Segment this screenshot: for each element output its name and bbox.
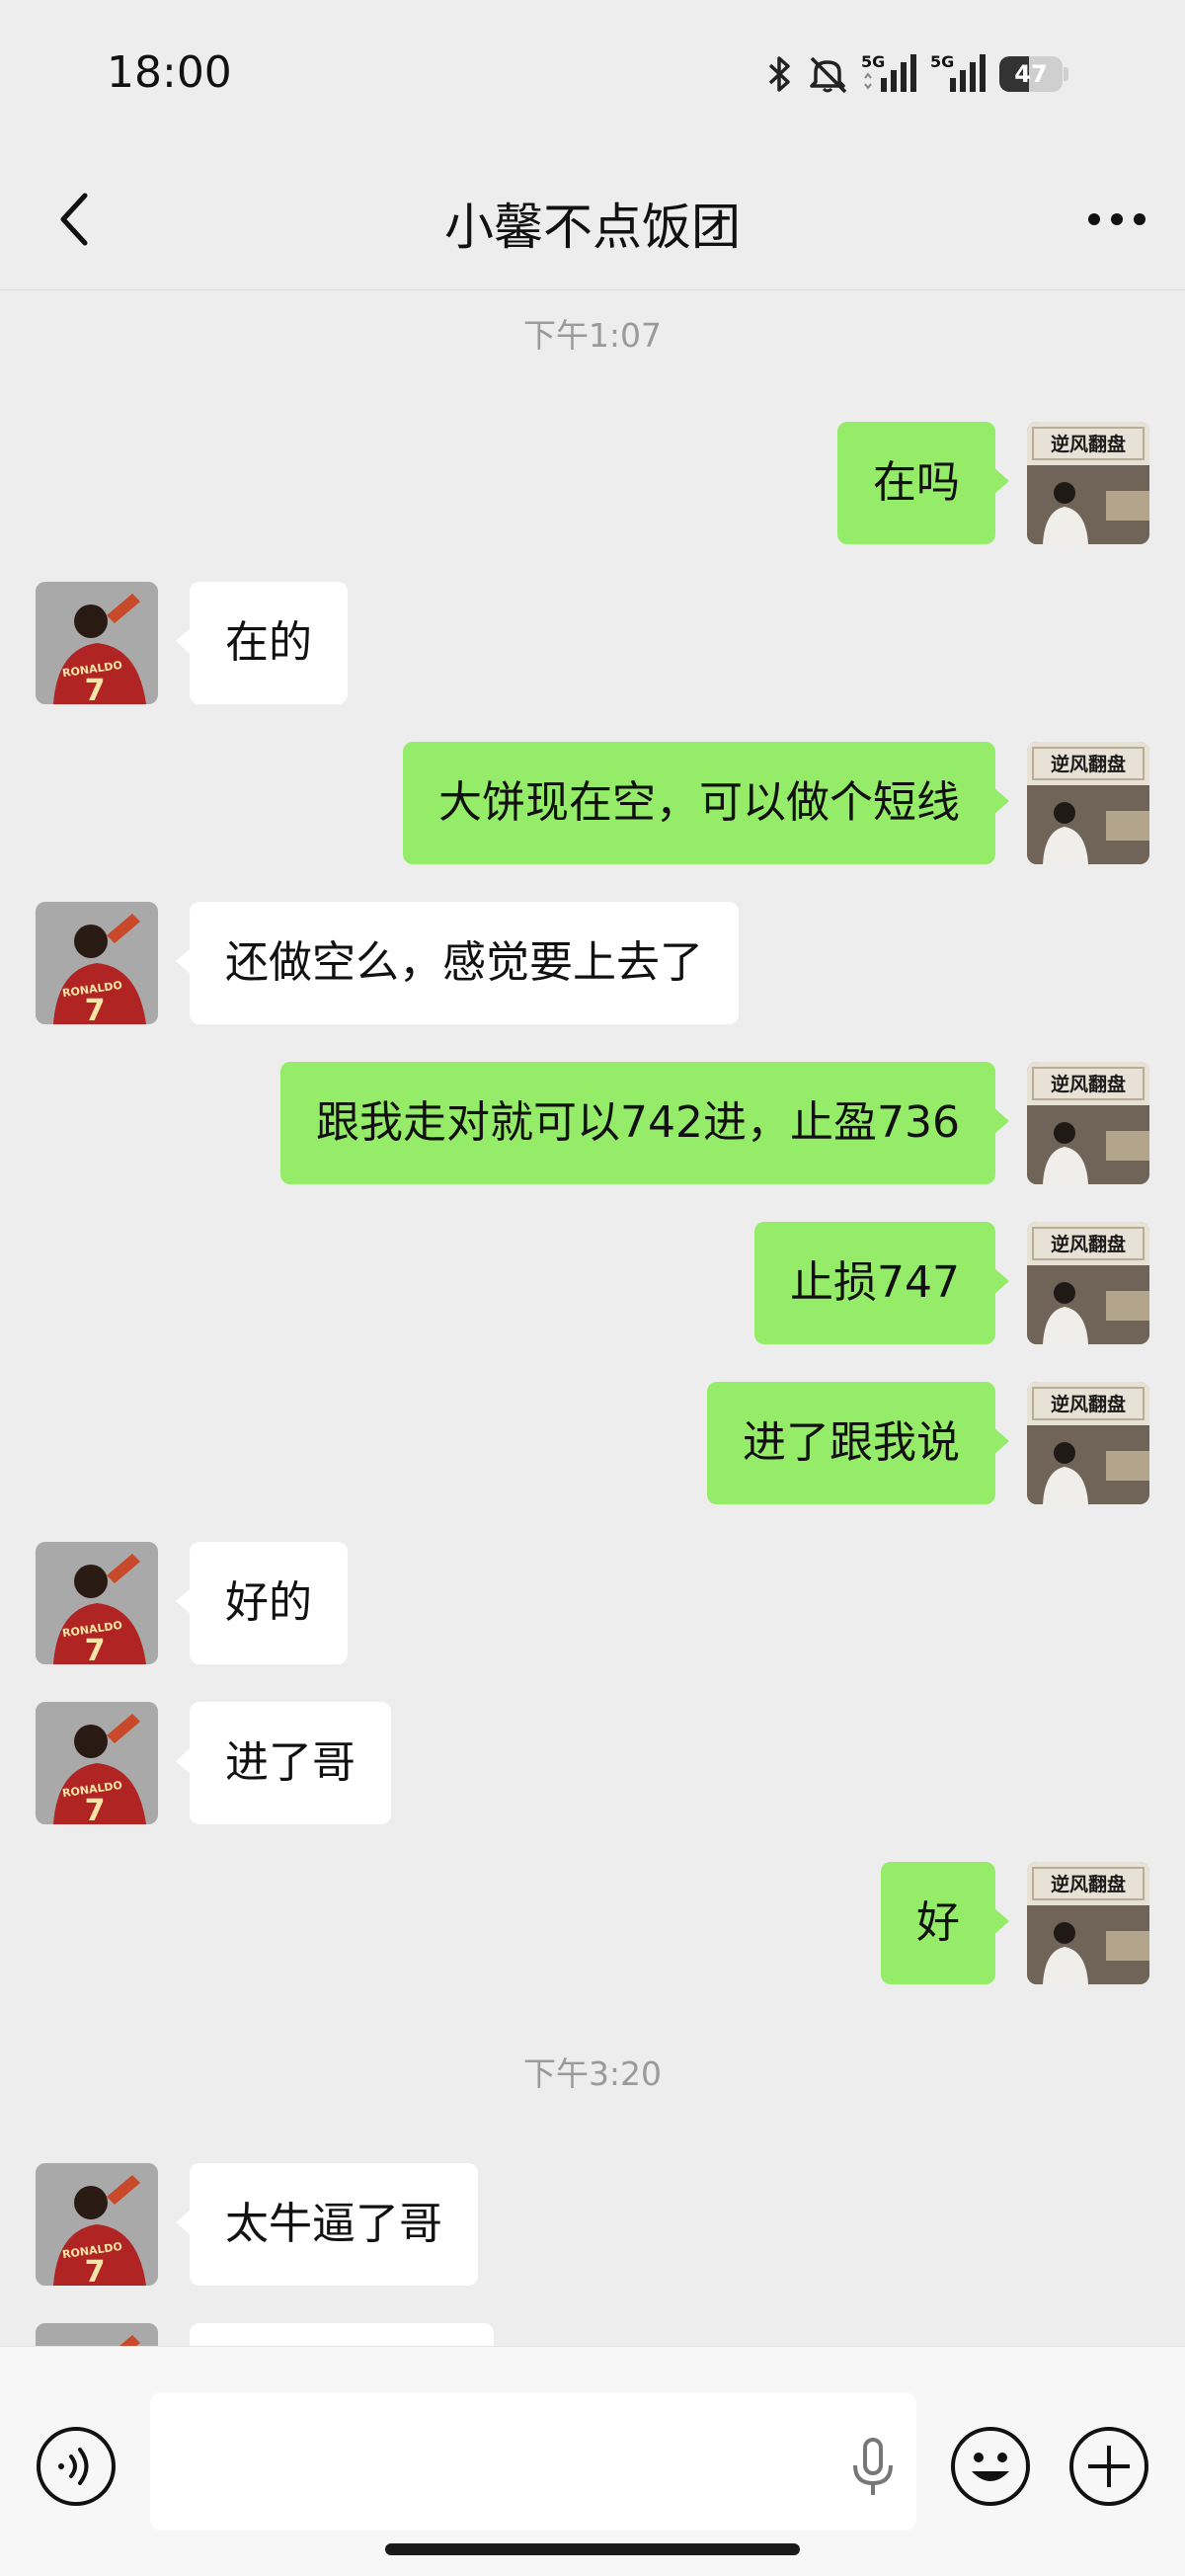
timestamp: 下午1:07 xyxy=(522,316,663,355)
voice-button[interactable] xyxy=(36,2426,117,2507)
chat-header: 小馨不点饭团 xyxy=(0,148,1185,290)
battery-icon: 47 xyxy=(999,56,1068,92)
mute-bell-icon xyxy=(806,54,849,94)
battery-level: 47 xyxy=(1014,60,1048,88)
message-bubble[interactable]: 进了哥 xyxy=(176,1702,391,1824)
avatar-text: 7 xyxy=(85,1634,106,1664)
5g-signal-icon: 5G xyxy=(861,52,918,96)
message-bubble[interactable]: 太牛逼了哥 xyxy=(176,2163,478,2286)
message-row: RONALDO 7 还做空么，感觉要上去了 xyxy=(0,902,1185,1024)
avatar-text: 逆风翻盘 xyxy=(1051,1073,1126,1095)
emoji-button[interactable] xyxy=(950,2426,1031,2507)
message-list[interactable]: 下午1:07 在吗 逆风翻盘 RONALDO 7 在的 大饼现在空，可以做个短线 … xyxy=(0,291,1185,2346)
message-bubble-partial[interactable] xyxy=(190,2323,494,2346)
message-bubble[interactable]: 还做空么，感觉要上去了 xyxy=(176,902,739,1024)
message-input[interactable] xyxy=(150,2392,916,2531)
bluetooth-icon xyxy=(764,54,794,94)
message-row: 好 逆风翻盘 xyxy=(0,1862,1185,1984)
status-bar: 18:00 5G 5G 47 xyxy=(0,0,1185,148)
5g-signal-icon: 5G xyxy=(930,52,988,96)
avatar-text: 逆风翻盘 xyxy=(1051,753,1126,775)
avatar-text: 逆风翻盘 xyxy=(1051,1393,1126,1415)
microphone-icon xyxy=(853,2438,893,2495)
my-avatar[interactable]: 逆风翻盘 xyxy=(1027,1382,1149,1504)
my-avatar[interactable]: 逆风翻盘 xyxy=(1027,1062,1149,1184)
message-row: RONALDO 7 太牛逼了哥 xyxy=(0,2163,1185,2286)
contact-avatar[interactable]: RONALDO7 xyxy=(36,2163,158,2286)
message-row: RONALDO 7 进了哥 xyxy=(0,1702,1185,1824)
message-bubble[interactable]: 大饼现在空，可以做个短线 xyxy=(403,742,1009,864)
more-dots-icon xyxy=(1088,213,1146,225)
plus-button[interactable] xyxy=(1068,2426,1149,2507)
home-indicator[interactable] xyxy=(385,2543,800,2555)
my-avatar[interactable]: 逆风翻盘 xyxy=(1027,742,1149,864)
message-row: RONALDO 7 好的 xyxy=(0,1542,1185,1664)
avatar-text: 7 xyxy=(85,994,106,1024)
avatar-text: 7 xyxy=(85,674,106,704)
message-row: 止损747 逆风翻盘 xyxy=(0,1222,1185,1344)
emoji-icon xyxy=(951,2427,1030,2506)
status-time: 18:00 xyxy=(107,47,232,98)
plus-icon xyxy=(1069,2427,1148,2506)
message-bubble[interactable]: 好的 xyxy=(176,1542,348,1664)
message-row: 大饼现在空，可以做个短线 逆风翻盘 xyxy=(0,742,1185,864)
contact-avatar[interactable]: RONALDO7 xyxy=(36,1542,158,1664)
my-avatar[interactable]: 逆风翻盘 xyxy=(1027,422,1149,544)
avatar-text: 7 xyxy=(85,1794,106,1824)
contact-avatar[interactable]: RONALDO7 xyxy=(36,582,158,704)
status-icons: 5G 5G 47 xyxy=(764,49,1068,99)
avatar-text: 7 xyxy=(85,2255,106,2286)
message-bubble[interactable]: 好 xyxy=(881,1862,1009,1984)
message-row: RONALDO 7 在的 xyxy=(0,582,1185,704)
input-bar xyxy=(0,2346,1185,2576)
message-bubble[interactable]: 在的 xyxy=(176,582,348,704)
page-title: 小馨不点饭团 xyxy=(444,199,741,256)
my-avatar[interactable]: 逆风翻盘 xyxy=(1027,1862,1149,1984)
avatar-text: 逆风翻盘 xyxy=(1051,1233,1126,1255)
contact-avatar[interactable]: RONALDO7 xyxy=(36,2323,158,2346)
avatar-text: 逆风翻盘 xyxy=(1051,433,1126,455)
mic-button[interactable] xyxy=(845,2436,901,2499)
message-row: 进了跟我说 逆风翻盘 xyxy=(0,1382,1185,1504)
avatar-text: 逆风翻盘 xyxy=(1051,1873,1126,1895)
voice-icon xyxy=(37,2427,116,2506)
my-avatar[interactable]: 逆风翻盘 xyxy=(1027,1222,1149,1344)
timestamp: 下午3:20 xyxy=(522,2054,663,2093)
contact-avatar[interactable]: RONALDO7 xyxy=(36,902,158,1024)
contact-avatar[interactable]: RONALDO7 xyxy=(36,1702,158,1824)
message-row: 跟我走对就可以742进，止盈736 逆风翻盘 xyxy=(0,1062,1185,1184)
message-row: 在吗 逆风翻盘 xyxy=(0,422,1185,544)
message-bubble[interactable]: 止损747 xyxy=(754,1222,1009,1344)
message-bubble[interactable]: 在吗 xyxy=(837,422,1009,544)
message-bubble[interactable]: 跟我走对就可以742进，止盈736 xyxy=(280,1062,1009,1184)
message-bubble[interactable]: 进了跟我说 xyxy=(707,1382,1009,1504)
more-button[interactable] xyxy=(1082,192,1151,247)
message-row-partial: RONALDO7 xyxy=(0,2323,1185,2346)
